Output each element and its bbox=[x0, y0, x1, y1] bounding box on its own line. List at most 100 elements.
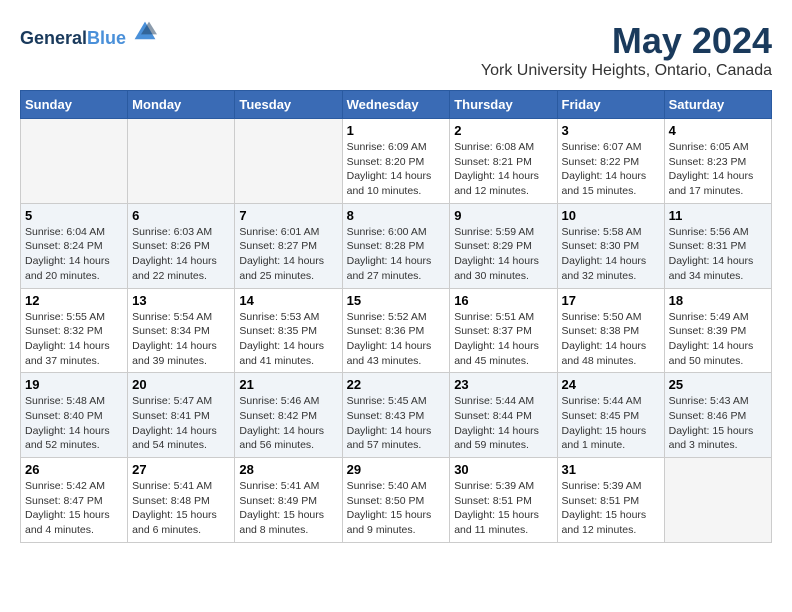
calendar-day-cell bbox=[21, 119, 128, 204]
day-number: 16 bbox=[454, 293, 552, 308]
calendar-day-cell: 29 Sunrise: 5:40 AMSunset: 8:50 PMDayligh… bbox=[342, 458, 450, 543]
day-detail: Sunrise: 5:39 AMSunset: 8:51 PMDaylight:… bbox=[562, 479, 660, 538]
day-detail: Sunrise: 5:46 AMSunset: 8:42 PMDaylight:… bbox=[239, 394, 337, 453]
day-number: 21 bbox=[239, 377, 337, 392]
day-number: 9 bbox=[454, 208, 552, 223]
day-detail: Sunrise: 6:05 AMSunset: 8:23 PMDaylight:… bbox=[669, 140, 767, 199]
day-number: 30 bbox=[454, 462, 552, 477]
weekday-header: Saturday bbox=[664, 91, 771, 119]
logo: GeneralBlue bbox=[20, 20, 157, 49]
day-number: 24 bbox=[562, 377, 660, 392]
calendar-day-cell: 9 Sunrise: 5:59 AMSunset: 8:29 PMDaylight… bbox=[450, 203, 557, 288]
day-number: 22 bbox=[347, 377, 446, 392]
day-number: 4 bbox=[669, 123, 767, 138]
day-detail: Sunrise: 6:00 AMSunset: 8:28 PMDaylight:… bbox=[347, 225, 446, 284]
calendar-day-cell: 19Sunrise: 5:48 AMSunset: 8:40 PMDayligh… bbox=[21, 373, 128, 458]
calendar-day-cell: 8 Sunrise: 6:00 AMSunset: 8:28 PMDaylight… bbox=[342, 203, 450, 288]
day-number: 8 bbox=[347, 208, 446, 223]
calendar-day-cell: 10 Sunrise: 5:58 AMSunset: 8:30 PMDayligh… bbox=[557, 203, 664, 288]
day-number: 28 bbox=[239, 462, 337, 477]
day-detail: Sunrise: 6:01 AMSunset: 8:27 PMDaylight:… bbox=[239, 225, 337, 284]
day-detail: Sunrise: 6:03 AMSunset: 8:26 PMDaylight:… bbox=[132, 225, 230, 284]
day-number: 20 bbox=[132, 377, 230, 392]
day-number: 17 bbox=[562, 293, 660, 308]
calendar-day-cell: 1 Sunrise: 6:09 AMSunset: 8:20 PMDaylight… bbox=[342, 119, 450, 204]
calendar-day-cell: 11 Sunrise: 5:56 AMSunset: 8:31 PMDayligh… bbox=[664, 203, 771, 288]
calendar-day-cell: 7 Sunrise: 6:01 AMSunset: 8:27 PMDaylight… bbox=[235, 203, 342, 288]
weekday-header: Friday bbox=[557, 91, 664, 119]
calendar-day-cell: 26 Sunrise: 5:42 AMSunset: 8:47 PMDayligh… bbox=[21, 458, 128, 543]
day-detail: Sunrise: 5:52 AMSunset: 8:36 PMDaylight:… bbox=[347, 310, 446, 369]
calendar-week-row: 12Sunrise: 5:55 AMSunset: 8:32 PMDayligh… bbox=[21, 288, 772, 373]
weekday-header: Tuesday bbox=[235, 91, 342, 119]
day-detail: Sunrise: 5:39 AMSunset: 8:51 PMDaylight:… bbox=[454, 479, 552, 538]
calendar-day-cell: 17Sunrise: 5:50 AMSunset: 8:38 PMDayligh… bbox=[557, 288, 664, 373]
day-detail: Sunrise: 5:41 AMSunset: 8:49 PMDaylight:… bbox=[239, 479, 337, 538]
calendar-day-cell bbox=[128, 119, 235, 204]
calendar-day-cell: 21 Sunrise: 5:46 AMSunset: 8:42 PMDayligh… bbox=[235, 373, 342, 458]
day-number: 31 bbox=[562, 462, 660, 477]
calendar-week-row: 19Sunrise: 5:48 AMSunset: 8:40 PMDayligh… bbox=[21, 373, 772, 458]
calendar-day-cell: 5 Sunrise: 6:04 AMSunset: 8:24 PMDaylight… bbox=[21, 203, 128, 288]
logo-general: General bbox=[20, 28, 87, 48]
day-number: 26 bbox=[25, 462, 123, 477]
day-detail: Sunrise: 6:09 AMSunset: 8:20 PMDaylight:… bbox=[347, 140, 446, 199]
day-detail: Sunrise: 5:56 AMSunset: 8:31 PMDaylight:… bbox=[669, 225, 767, 284]
day-number: 5 bbox=[25, 208, 123, 223]
day-detail: Sunrise: 6:04 AMSunset: 8:24 PMDaylight:… bbox=[25, 225, 123, 284]
calendar-header-row: SundayMondayTuesdayWednesdayThursdayFrid… bbox=[21, 91, 772, 119]
weekday-header: Monday bbox=[128, 91, 235, 119]
calendar-week-row: 5 Sunrise: 6:04 AMSunset: 8:24 PMDaylight… bbox=[21, 203, 772, 288]
calendar-week-row: 1 Sunrise: 6:09 AMSunset: 8:20 PMDaylight… bbox=[21, 119, 772, 204]
day-number: 23 bbox=[454, 377, 552, 392]
day-detail: Sunrise: 5:49 AMSunset: 8:39 PMDaylight:… bbox=[669, 310, 767, 369]
day-number: 6 bbox=[132, 208, 230, 223]
calendar-day-cell: 22 Sunrise: 5:45 AMSunset: 8:43 PMDayligh… bbox=[342, 373, 450, 458]
day-number: 10 bbox=[562, 208, 660, 223]
calendar-day-cell: 14 Sunrise: 5:53 AMSunset: 8:35 PMDayligh… bbox=[235, 288, 342, 373]
day-number: 27 bbox=[132, 462, 230, 477]
calendar-day-cell: 25Sunrise: 5:43 AMSunset: 8:46 PMDayligh… bbox=[664, 373, 771, 458]
location-title: York University Heights, Ontario, Canada bbox=[481, 62, 772, 80]
day-detail: Sunrise: 5:40 AMSunset: 8:50 PMDaylight:… bbox=[347, 479, 446, 538]
day-number: 2 bbox=[454, 123, 552, 138]
calendar-day-cell bbox=[235, 119, 342, 204]
day-detail: Sunrise: 5:53 AMSunset: 8:35 PMDaylight:… bbox=[239, 310, 337, 369]
logo-icon bbox=[133, 20, 157, 44]
logo-blue: Blue bbox=[87, 28, 126, 48]
day-number: 11 bbox=[669, 208, 767, 223]
calendar-day-cell: 31 Sunrise: 5:39 AMSunset: 8:51 PMDayligh… bbox=[557, 458, 664, 543]
day-detail: Sunrise: 5:59 AMSunset: 8:29 PMDaylight:… bbox=[454, 225, 552, 284]
day-number: 1 bbox=[347, 123, 446, 138]
day-detail: Sunrise: 5:41 AMSunset: 8:48 PMDaylight:… bbox=[132, 479, 230, 538]
calendar-day-cell: 13Sunrise: 5:54 AMSunset: 8:34 PMDayligh… bbox=[128, 288, 235, 373]
calendar-day-cell: 16Sunrise: 5:51 AMSunset: 8:37 PMDayligh… bbox=[450, 288, 557, 373]
day-detail: Sunrise: 5:47 AMSunset: 8:41 PMDaylight:… bbox=[132, 394, 230, 453]
weekday-header: Sunday bbox=[21, 91, 128, 119]
day-number: 19 bbox=[25, 377, 123, 392]
weekday-header: Thursday bbox=[450, 91, 557, 119]
day-detail: Sunrise: 6:07 AMSunset: 8:22 PMDaylight:… bbox=[562, 140, 660, 199]
calendar-day-cell bbox=[664, 458, 771, 543]
day-number: 25 bbox=[669, 377, 767, 392]
calendar-day-cell: 12Sunrise: 5:55 AMSunset: 8:32 PMDayligh… bbox=[21, 288, 128, 373]
day-detail: Sunrise: 5:42 AMSunset: 8:47 PMDaylight:… bbox=[25, 479, 123, 538]
calendar-day-cell: 28 Sunrise: 5:41 AMSunset: 8:49 PMDayligh… bbox=[235, 458, 342, 543]
day-detail: Sunrise: 5:55 AMSunset: 8:32 PMDaylight:… bbox=[25, 310, 123, 369]
day-number: 7 bbox=[239, 208, 337, 223]
calendar-day-cell: 4 Sunrise: 6:05 AMSunset: 8:23 PMDaylight… bbox=[664, 119, 771, 204]
calendar-day-cell: 24Sunrise: 5:44 AMSunset: 8:45 PMDayligh… bbox=[557, 373, 664, 458]
day-detail: Sunrise: 6:08 AMSunset: 8:21 PMDaylight:… bbox=[454, 140, 552, 199]
day-detail: Sunrise: 5:58 AMSunset: 8:30 PMDaylight:… bbox=[562, 225, 660, 284]
day-number: 14 bbox=[239, 293, 337, 308]
day-number: 29 bbox=[347, 462, 446, 477]
calendar-day-cell: 2 Sunrise: 6:08 AMSunset: 8:21 PMDaylight… bbox=[450, 119, 557, 204]
day-detail: Sunrise: 5:45 AMSunset: 8:43 PMDaylight:… bbox=[347, 394, 446, 453]
day-number: 15 bbox=[347, 293, 446, 308]
month-title: May 2024 bbox=[481, 20, 772, 62]
calendar-day-cell: 27 Sunrise: 5:41 AMSunset: 8:48 PMDayligh… bbox=[128, 458, 235, 543]
calendar-day-cell: 30 Sunrise: 5:39 AMSunset: 8:51 PMDayligh… bbox=[450, 458, 557, 543]
day-number: 18 bbox=[669, 293, 767, 308]
calendar-day-cell: 15 Sunrise: 5:52 AMSunset: 8:36 PMDayligh… bbox=[342, 288, 450, 373]
calendar-day-cell: 20 Sunrise: 5:47 AMSunset: 8:41 PMDayligh… bbox=[128, 373, 235, 458]
